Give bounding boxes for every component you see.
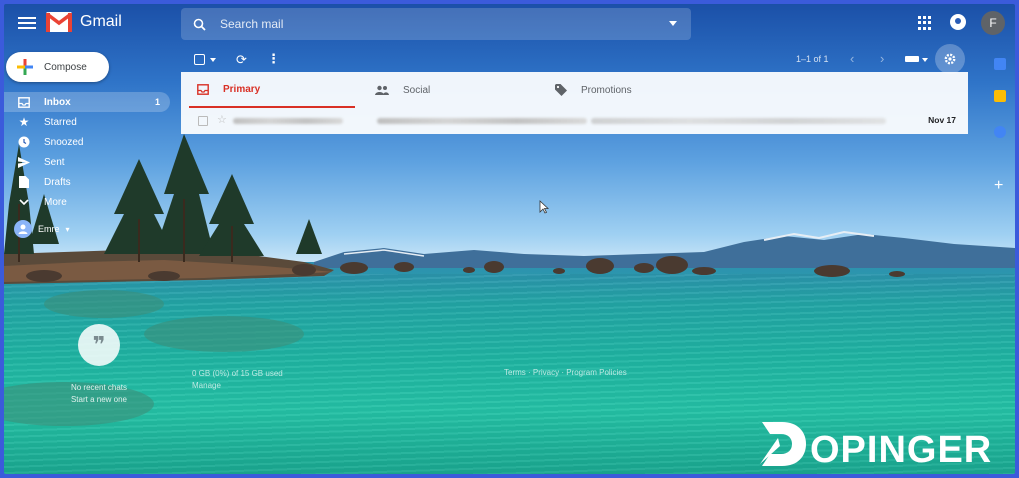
select-options-icon[interactable] bbox=[210, 58, 216, 62]
keep-icon[interactable] bbox=[994, 90, 1006, 102]
hangouts-user-name: Emre bbox=[38, 224, 60, 234]
sidebar-item-starred[interactable]: ★ Starred bbox=[4, 112, 170, 132]
hangouts-no-chats-text: No recent chats bbox=[70, 383, 128, 392]
email-list-panel: Primary Social Promotions ☆ Nov 17 bbox=[181, 72, 968, 134]
sidebar-item-more[interactable]: More bbox=[4, 192, 170, 212]
tasks-icon[interactable] bbox=[994, 126, 1006, 138]
compose-label: Compose bbox=[44, 61, 87, 73]
email-row[interactable]: ☆ Nov 17 bbox=[181, 110, 968, 132]
sidebar-item-snoozed[interactable]: Snoozed bbox=[4, 132, 170, 152]
mouse-cursor-icon bbox=[539, 200, 549, 214]
chevron-down-icon[interactable]: ▾ bbox=[66, 225, 70, 234]
hangouts-panel: ❞ No recent chats Start a new one bbox=[54, 324, 144, 406]
star-icon: ★ bbox=[18, 115, 30, 129]
storage-info: 0 GB (0%) of 15 GB used Manage bbox=[192, 368, 283, 392]
tab-social[interactable]: Social bbox=[371, 72, 430, 108]
inbox-unread-count: 1 bbox=[154, 97, 160, 107]
tag-icon bbox=[555, 84, 567, 96]
footer-links[interactable]: Terms · Privacy · Program Policies bbox=[504, 368, 627, 377]
sidebar-item-label: Inbox bbox=[44, 96, 71, 108]
tab-primary[interactable]: Primary bbox=[189, 72, 355, 108]
side-panel: + bbox=[985, 48, 1015, 474]
notifications-icon[interactable] bbox=[950, 14, 966, 30]
sidebar-item-label: Starred bbox=[44, 116, 77, 128]
refresh-icon[interactable]: ⟳ bbox=[236, 52, 247, 68]
gmail-window: Gmail F ⟳ ⋮ 1–1 of 1 ‹ › bbox=[4, 4, 1015, 474]
inbox-icon bbox=[18, 96, 30, 108]
settings-button[interactable] bbox=[935, 44, 965, 74]
search-bar[interactable] bbox=[181, 8, 691, 40]
sidebar-item-drafts[interactable]: Drafts bbox=[4, 172, 170, 192]
star-icon[interactable]: ☆ bbox=[217, 113, 227, 126]
plus-icon bbox=[17, 59, 33, 75]
sidebar-nav: Inbox 1 ★ Starred Snoozed Sent Drafts Mo… bbox=[4, 92, 170, 212]
select-all-checkbox[interactable] bbox=[194, 54, 205, 65]
sidebar-item-inbox[interactable]: Inbox 1 bbox=[4, 92, 170, 112]
sidebar-item-label: Drafts bbox=[44, 176, 71, 188]
tab-label: Primary bbox=[223, 83, 261, 95]
inbox-icon bbox=[197, 83, 209, 95]
gmail-envelope-icon bbox=[46, 12, 72, 32]
main-menu-icon[interactable] bbox=[18, 14, 36, 32]
gear-icon bbox=[944, 53, 956, 65]
mail-toolbar: ⟳ ⋮ 1–1 of 1 ‹ › bbox=[190, 48, 970, 72]
hangouts-start-link[interactable]: Start a new one bbox=[54, 394, 144, 406]
clock-icon bbox=[18, 136, 30, 148]
sidebar-item-label: More bbox=[44, 196, 67, 208]
input-tools-caret-icon[interactable] bbox=[922, 58, 928, 62]
category-tabs: Primary Social Promotions bbox=[181, 72, 968, 108]
input-tools-icon[interactable] bbox=[905, 56, 919, 62]
email-sender-blurred bbox=[233, 118, 343, 124]
newer-page-icon[interactable]: ‹ bbox=[850, 51, 854, 66]
tab-label: Social bbox=[403, 84, 431, 96]
draft-icon bbox=[18, 176, 30, 188]
hangouts-user[interactable]: Emre ▾ bbox=[14, 220, 70, 238]
tab-promotions[interactable]: Promotions bbox=[551, 72, 632, 108]
storage-usage-text: 0 GB (0%) of 15 GB used bbox=[192, 369, 283, 378]
compose-button[interactable]: Compose bbox=[6, 52, 109, 82]
search-icon[interactable] bbox=[193, 18, 206, 31]
user-avatar-icon bbox=[14, 220, 32, 238]
sidebar-item-label: Sent bbox=[44, 156, 65, 168]
manage-storage-link[interactable]: Manage bbox=[192, 380, 283, 392]
gmail-logo[interactable]: Gmail bbox=[46, 12, 122, 32]
send-icon bbox=[18, 156, 30, 168]
hangouts-quote-icon: ❞ bbox=[78, 324, 120, 366]
sidebar-item-label: Snoozed bbox=[44, 136, 84, 148]
older-page-icon[interactable]: › bbox=[880, 51, 884, 66]
email-date: Nov 17 bbox=[928, 115, 956, 125]
email-snippet-blurred bbox=[591, 118, 886, 124]
svg-text:OPINGER: OPINGER bbox=[810, 429, 992, 471]
pagination-text: 1–1 of 1 bbox=[796, 54, 829, 64]
more-options-icon[interactable]: ⋮ bbox=[267, 51, 280, 67]
app-name: Gmail bbox=[80, 13, 122, 30]
people-icon bbox=[375, 85, 389, 95]
dopinger-watermark-logo: OPINGER bbox=[760, 422, 992, 471]
calendar-icon[interactable] bbox=[994, 58, 1006, 70]
add-addon-icon[interactable]: + bbox=[994, 178, 1003, 194]
tab-label: Promotions bbox=[581, 84, 632, 96]
search-input[interactable] bbox=[220, 17, 640, 31]
google-apps-icon[interactable] bbox=[918, 16, 932, 30]
email-subject-blurred bbox=[377, 118, 587, 124]
chevron-down-icon bbox=[18, 196, 30, 208]
email-select-checkbox[interactable] bbox=[198, 116, 208, 126]
sidebar-item-sent[interactable]: Sent bbox=[4, 152, 170, 172]
search-options-icon[interactable] bbox=[669, 21, 677, 26]
top-bar: Gmail F bbox=[4, 4, 1015, 44]
account-avatar[interactable]: F bbox=[981, 11, 1005, 35]
